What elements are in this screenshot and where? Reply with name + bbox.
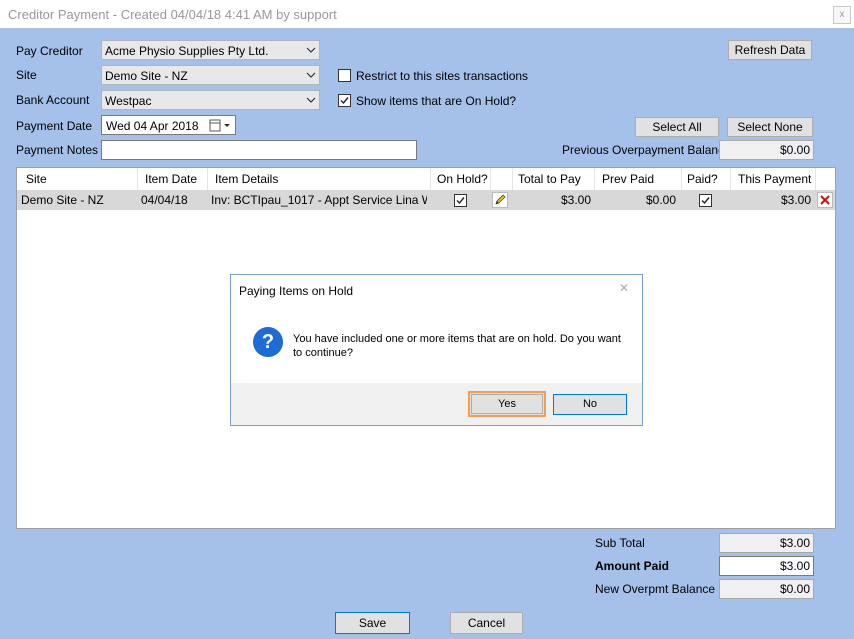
chevron-down-icon (306, 97, 316, 103)
chevron-down-icon (306, 72, 316, 78)
yes-button-label: Yes (471, 394, 543, 414)
prev-overpayment-label: Previous Overpayment Balance (562, 143, 731, 157)
sub-total-field: $3.00 (719, 533, 814, 553)
new-overpmt-label: New Overpmt Balance (595, 582, 716, 596)
column-header-total-to-pay[interactable]: Total to Pay (513, 168, 595, 190)
row-edit-button[interactable] (492, 192, 508, 208)
select-all-button[interactable]: Select All (635, 117, 719, 137)
cancel-button[interactable]: Cancel (450, 612, 523, 634)
row-delete-button[interactable] (817, 192, 833, 208)
pay-creditor-value: Acme Physio Supplies Pty Ltd. (105, 44, 269, 58)
refresh-data-button[interactable]: Refresh Data (728, 40, 812, 60)
column-header-paid[interactable]: Paid? (682, 168, 731, 190)
row-item-details: Inv: BCTIpau_1017 - Appt Service Lina W.… (211, 193, 427, 207)
select-none-button[interactable]: Select None (727, 117, 813, 137)
question-icon: ? (253, 327, 283, 357)
dialog-message: You have included one or more items that… (293, 333, 621, 359)
question-glyph: ? (261, 331, 275, 353)
row-site: Demo Site - NZ (21, 193, 104, 207)
row-item-date: 04/04/18 (141, 193, 188, 207)
column-header-prev-paid[interactable]: Prev Paid (595, 168, 682, 190)
delete-x-icon (820, 195, 830, 205)
column-header-item-details[interactable]: Item Details (208, 168, 431, 190)
restrict-sites-label: Restrict to this sites transactions (356, 69, 529, 83)
bank-account-label: Bank Account (16, 93, 90, 107)
show-on-hold-label: Show items that are On Hold? (356, 94, 517, 108)
bank-account-select[interactable]: Westpac (101, 90, 320, 110)
payment-date-picker[interactable]: Wed 04 Apr 2018 (101, 115, 236, 135)
new-overpmt-field: $0.00 (719, 579, 814, 599)
pay-creditor-label: Pay Creditor (16, 44, 83, 58)
yes-button[interactable]: Yes (468, 391, 546, 417)
column-header-item-date[interactable]: Item Date (138, 168, 208, 190)
row-on-hold-checkbox[interactable] (454, 194, 467, 207)
prev-overpayment-field: $0.00 (719, 140, 814, 160)
row-this-payment: $3.00 (780, 193, 811, 207)
checkmark-icon (701, 197, 710, 205)
bank-account-value: Westpac (105, 94, 152, 108)
sub-total-label: Sub Total (595, 536, 645, 550)
column-header-edit (491, 168, 513, 190)
column-header-this-payment[interactable]: This Payment (731, 168, 816, 190)
restrict-sites-checkbox[interactable] (338, 69, 351, 82)
column-header-on-hold[interactable]: On Hold? (431, 168, 491, 190)
amount-paid-input[interactable]: $3.00 (719, 556, 814, 576)
table-row[interactable]: Demo Site - NZ 04/04/18 Inv: BCTIpau_101… (17, 190, 835, 210)
chevron-down-icon (306, 47, 316, 53)
site-value: Demo Site - NZ (105, 69, 188, 83)
dialog-close-button[interactable]: ✕ (619, 281, 629, 295)
close-icon: ✕ (619, 281, 630, 295)
site-label: Site (16, 68, 37, 82)
window-title: Creditor Payment - Created 04/04/18 4:41… (8, 7, 337, 22)
grid-header: Site Item Date Item Details On Hold? Tot… (17, 168, 835, 191)
no-button[interactable]: No (553, 394, 627, 415)
payment-notes-label: Payment Notes (16, 143, 99, 157)
row-paid-checkbox[interactable] (699, 194, 712, 207)
payment-notes-input[interactable] (101, 140, 417, 160)
pay-creditor-select[interactable]: Acme Physio Supplies Pty Ltd. (101, 40, 320, 60)
checkmark-icon (456, 197, 465, 205)
calendar-icon (209, 119, 230, 132)
payment-date-value: Wed 04 Apr 2018 (106, 119, 199, 133)
pencil-icon (495, 194, 506, 205)
column-header-site[interactable]: Site (17, 168, 138, 190)
close-icon: x (839, 9, 845, 20)
row-total-to-pay: $3.00 (560, 193, 591, 207)
window-close-button[interactable]: x (833, 6, 851, 24)
paying-items-on-hold-dialog: Paying Items on Hold ✕ ? You have includ… (230, 274, 643, 426)
site-select[interactable]: Demo Site - NZ (101, 65, 320, 85)
amount-paid-label: Amount Paid (595, 559, 669, 573)
dialog-title: Paying Items on Hold (239, 284, 354, 298)
window-title-bar: Creditor Payment - Created 04/04/18 4:41… (0, 0, 854, 28)
show-on-hold-checkbox[interactable] (338, 94, 351, 107)
row-prev-paid: $0.00 (645, 193, 676, 207)
payment-date-label: Payment Date (16, 119, 93, 133)
dialog-button-bar: Yes No (231, 383, 642, 425)
checkmark-icon (340, 97, 349, 105)
save-button[interactable]: Save (335, 612, 410, 634)
